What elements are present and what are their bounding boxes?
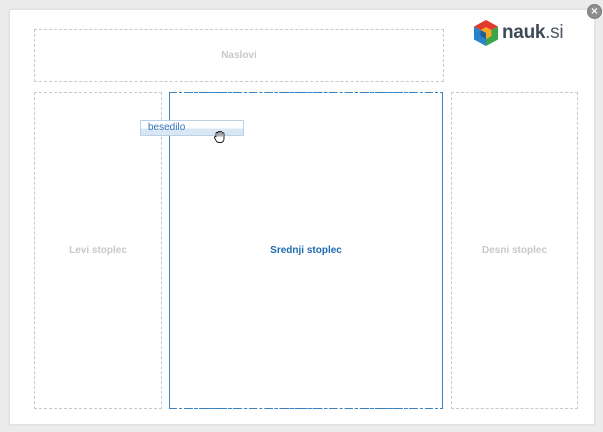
center-column-label: Srednji stoplec xyxy=(270,245,342,256)
dragged-block-label: besedilo xyxy=(148,122,186,133)
title-drop-zone[interactable]: Naslovi xyxy=(34,29,444,82)
left-column-label: Levi stoplec xyxy=(69,245,127,256)
close-button[interactable]: × xyxy=(587,4,602,19)
logo: nauk.si xyxy=(473,18,564,48)
logo-text: nauk.si xyxy=(502,22,564,44)
logo-name: nauk xyxy=(502,22,546,43)
title-zone-label: Naslovi xyxy=(221,50,257,61)
center-column-drop-zone[interactable]: Srednji stoplec xyxy=(169,92,443,409)
right-column-drop-zone[interactable]: Desni stoplec xyxy=(451,92,578,409)
dragged-block-besedilo[interactable]: besedilo xyxy=(140,120,244,136)
nauk-cube-logo-icon xyxy=(474,20,498,46)
right-column-label: Desni stoplec xyxy=(481,245,548,256)
logo-tld: .si xyxy=(545,22,564,43)
grab-hand-icon xyxy=(213,131,225,143)
left-column-drop-zone[interactable]: Levi stoplec xyxy=(34,92,162,409)
